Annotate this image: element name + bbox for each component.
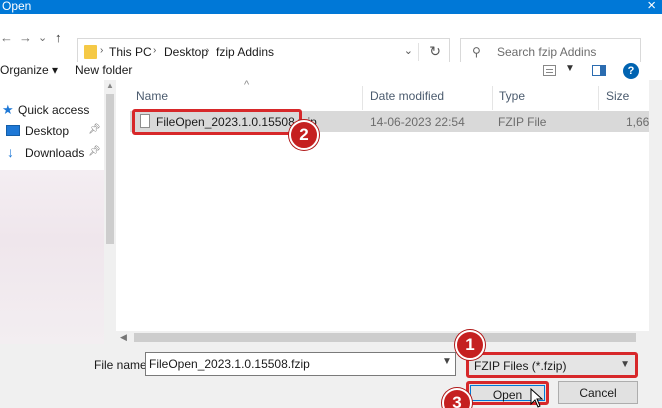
sidebar-item-label: Downloads bbox=[25, 146, 85, 160]
file-name-dropdown-icon[interactable]: ▼ bbox=[442, 356, 452, 367]
desktop-icon bbox=[6, 125, 20, 136]
breadcrumb-desktop[interactable]: Desktop bbox=[164, 45, 208, 59]
search-placeholder: Search fzip Addins bbox=[497, 45, 597, 59]
organize-button[interactable]: Organize ▾ bbox=[0, 63, 58, 77]
step-badge-1: 1 bbox=[455, 330, 485, 360]
scroll-left-icon[interactable]: ◀ bbox=[120, 332, 127, 343]
navigation-bar: ← → ⌄ ↑ › This PC › Desktop › fzip Addin… bbox=[0, 14, 662, 66]
download-icon: ↓ bbox=[7, 144, 14, 160]
chevron-down-icon: ▼ bbox=[620, 359, 630, 370]
breadcrumb-separator-icon: › bbox=[153, 45, 157, 56]
sort-ascending-icon: ^ bbox=[244, 79, 250, 91]
cancel-button[interactable]: Cancel bbox=[558, 381, 638, 404]
new-folder-button[interactable]: New folder bbox=[75, 63, 132, 77]
column-divider[interactable] bbox=[362, 86, 363, 110]
forward-arrow-icon[interactable]: → bbox=[19, 30, 32, 45]
sidebar-item-label: Desktop bbox=[25, 124, 70, 138]
address-dropdown-icon[interactable]: ⌄ bbox=[404, 44, 413, 57]
window-title: Open bbox=[2, 0, 32, 13]
search-icon: ⚲ bbox=[472, 45, 481, 59]
recent-locations-icon[interactable]: ⌄ bbox=[38, 31, 47, 44]
horizontal-scrollbar-thumb[interactable] bbox=[134, 333, 636, 342]
sidebar-scrollbar-thumb[interactable] bbox=[106, 94, 114, 244]
sidebar-item-downloads[interactable]: ↓ Downloads 📌︎ bbox=[0, 143, 104, 163]
help-icon[interactable]: ? bbox=[623, 63, 639, 79]
blurred-area bbox=[0, 170, 104, 344]
column-header-date-modified[interactable]: Date modified bbox=[370, 89, 444, 103]
view-options-icon[interactable] bbox=[543, 65, 556, 76]
sidebar-item-quick-access[interactable]: ★ Quick access bbox=[0, 100, 104, 120]
column-header-size[interactable]: Size bbox=[606, 89, 629, 103]
folder-icon bbox=[84, 45, 97, 59]
file-type-select[interactable]: FZIP Files (*.fzip) ▼ bbox=[466, 352, 638, 378]
column-header-name[interactable]: Name bbox=[136, 89, 168, 103]
back-arrow-icon[interactable]: ← bbox=[0, 30, 13, 45]
mouse-cursor-icon bbox=[530, 388, 544, 408]
sidebar-item-desktop[interactable]: Desktop 📌︎ bbox=[0, 121, 104, 141]
view-dropdown-icon[interactable]: ▼ bbox=[565, 63, 575, 74]
file-list: ^ Name Date modified Type Size FileOpen_… bbox=[116, 79, 662, 344]
column-divider[interactable] bbox=[492, 86, 493, 110]
file-highlight-box bbox=[132, 109, 302, 135]
breadcrumb-this-pc[interactable]: This PC bbox=[109, 45, 152, 59]
preview-pane-icon[interactable] bbox=[592, 65, 606, 76]
up-arrow-icon[interactable]: ↑ bbox=[55, 30, 62, 45]
navigation-pane: ★ Quick access Desktop 📌︎ ↓ Downloads 📌︎… bbox=[0, 80, 116, 344]
file-list-horizontal-scrollbar[interactable]: ◀ bbox=[116, 331, 662, 344]
file-name-input[interactable] bbox=[145, 352, 456, 376]
star-icon: ★ bbox=[2, 102, 14, 117]
refresh-icon[interactable]: ↻ bbox=[429, 43, 441, 60]
sidebar-scrollbar[interactable]: ▲ bbox=[104, 80, 116, 344]
file-date: 14-06-2023 22:54 bbox=[370, 115, 465, 129]
address-divider bbox=[418, 43, 419, 61]
column-divider[interactable] bbox=[598, 86, 599, 110]
column-header-type[interactable]: Type bbox=[499, 89, 525, 103]
pin-icon: 📌︎ bbox=[88, 124, 101, 135]
scroll-up-icon[interactable]: ▲ bbox=[106, 81, 114, 90]
file-name-label: File name: bbox=[94, 358, 151, 372]
file-type-value: FZIP Files (*.fzip) bbox=[474, 359, 567, 373]
file-type: FZIP File bbox=[498, 115, 547, 129]
step-badge-2: 2 bbox=[289, 120, 319, 150]
breadcrumb-separator-icon: › bbox=[100, 45, 104, 56]
title-bar: Open × bbox=[0, 0, 662, 14]
close-icon[interactable]: × bbox=[647, 0, 656, 13]
cancel-button-label: Cancel bbox=[579, 386, 617, 400]
sidebar-item-label: Quick access bbox=[18, 103, 90, 117]
pin-icon: 📌︎ bbox=[88, 146, 101, 157]
breadcrumb-separator-icon: › bbox=[206, 45, 210, 56]
command-toolbar: Organize ▾ New folder ▼ ? bbox=[0, 62, 662, 80]
file-list-vertical-scrollbar[interactable] bbox=[649, 80, 662, 344]
breadcrumb-fzip-addins[interactable]: fzip Addins bbox=[216, 45, 274, 59]
